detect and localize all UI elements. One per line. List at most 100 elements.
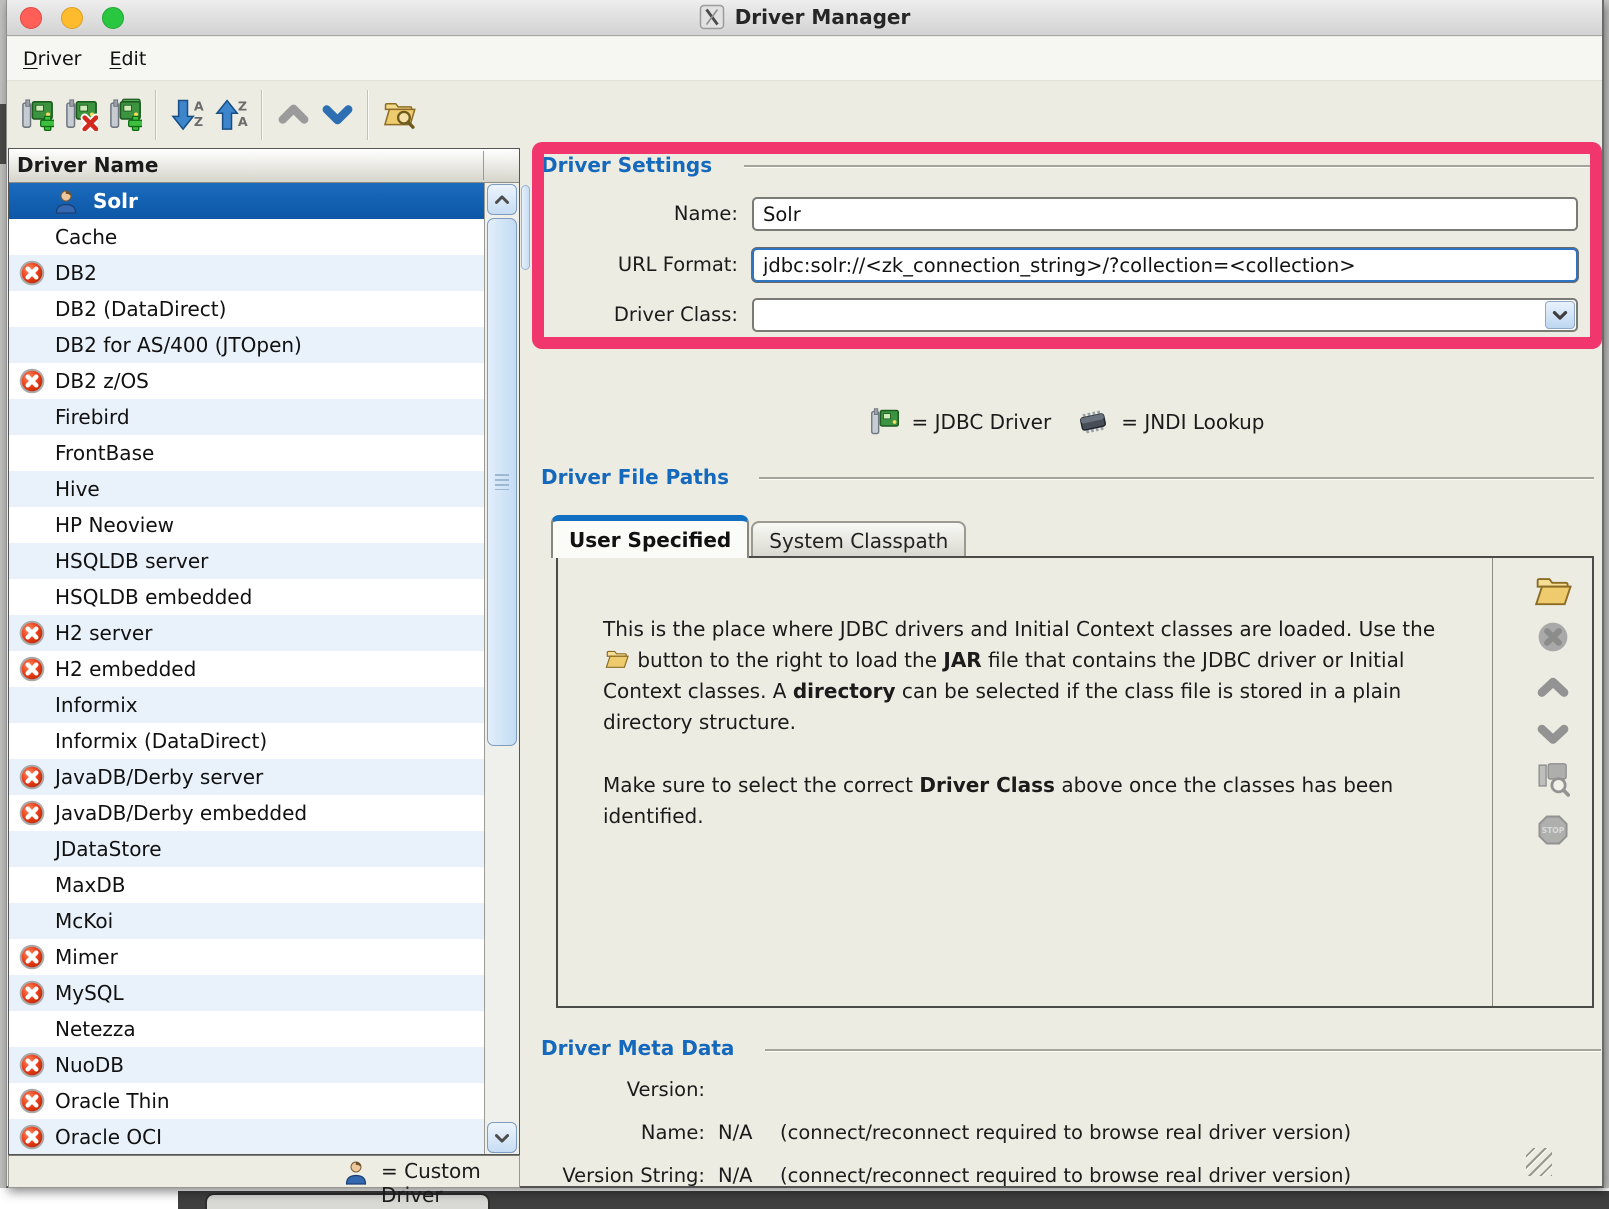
remove-driver-button[interactable] [59,93,103,137]
driver-class-combobox[interactable] [752,298,1578,332]
driver-row-mimer[interactable]: Mimer [9,939,484,975]
driver-manager-window: Driver Manager DriverEdit AZZA Driver Na… [6,0,1604,1188]
menu-driver[interactable]: Driver [11,40,93,78]
driver-row-label: DB2 z/OS [55,363,149,399]
url-format-input[interactable] [752,248,1578,282]
driver-row-javadb-derby-embedded[interactable]: JavaDB/Derby embedded [9,795,484,831]
error-icon [19,764,45,790]
open-file-button[interactable] [1514,572,1592,610]
menubar: DriverEdit [7,37,1602,81]
driver-row-firebird[interactable]: Firebird [9,399,484,435]
driver-row-frontbase[interactable]: FrontBase [9,435,484,471]
file-paths-tabs: User Specified System Classpath [551,514,966,558]
driver-class-dropdown-button[interactable] [1545,301,1575,329]
error-icon [19,980,45,1006]
folder-open-icon [605,647,629,671]
driver-row-label: HSQLDB server [55,543,208,579]
error-icon [19,944,45,970]
driver-row-hsqldb-server[interactable]: HSQLDB server [9,543,484,579]
driver-row-label: Solr [93,183,138,219]
driver-add-icon [21,98,54,131]
version-string-note: (connect/reconnect required to browse re… [780,1164,1351,1187]
driver-row-label: JavaDB/Derby server [55,759,263,795]
chevron-down-disabled-icon [1537,718,1569,750]
move-path-up-button [1514,671,1592,703]
driver-row-hive[interactable]: Hive [9,471,484,507]
move-driver-up-button[interactable] [271,93,315,137]
driver-name-input[interactable] [752,197,1578,231]
sort-ascending-button[interactable]: AZ [165,93,209,137]
version-string-value: N/A [718,1164,753,1187]
scrollbar-thumb[interactable] [487,218,517,746]
driver-row-mckoi[interactable]: McKoi [9,903,484,939]
driver-row-mysql[interactable]: MySQL [9,975,484,1011]
new-driver-button[interactable] [15,93,59,137]
circle-x-gray-icon [1536,620,1570,654]
driver-name-column-header: Driver Name [17,153,158,177]
driver-row-hp-neoview[interactable]: HP Neoview [9,507,484,543]
tab-user-specified[interactable]: User Specified [551,515,749,558]
driver-row-label: MaxDB [55,867,125,903]
resize-grip[interactable] [1526,1148,1552,1176]
error-icon [19,800,45,826]
driver-row-db2-datadirect-[interactable]: DB2 (DataDirect) [9,291,484,327]
sort-descending-button[interactable]: ZA [209,93,253,137]
driver-meta-data-divider [765,1049,1601,1052]
error-icon [19,656,45,682]
custom-driver-icon [53,188,79,214]
window-x-icon [699,4,725,30]
driver-row-javadb-derby-server[interactable]: JavaDB/Derby server [9,759,484,795]
driver-row-nuodb[interactable]: NuoDB [9,1047,484,1083]
sort-ascending-icon: AZ [171,98,204,131]
meta-name-label: Name: [527,1121,705,1144]
remove-path-button [1514,620,1592,654]
driver-row-informix-datadirect-[interactable]: Informix (DataDirect) [9,723,484,759]
driver-remove-icon [65,98,98,131]
scroll-up-button[interactable] [487,184,517,215]
driver-row-jdatastore[interactable]: JDataStore [9,831,484,867]
driver-list-scrollbar[interactable] [484,183,519,1154]
custom-driver-legend: = Custom Driver [8,1155,520,1188]
driver-row-hsqldb-embedded[interactable]: HSQLDB embedded [9,579,484,615]
driver-row-label: NuoDB [55,1047,124,1083]
driver-row-label: DB2 for AS/400 (JTOpen) [55,327,302,363]
driver-list-header[interactable]: Driver Name [9,149,519,183]
error-icon [19,368,45,394]
driver-row-label: DB2 (DataDirect) [55,291,226,327]
scroll-down-button[interactable] [487,1122,517,1153]
copy-driver-button[interactable] [103,93,147,137]
move-path-down-button [1514,718,1592,750]
icon-legend: = JDBC Driver = JNDI Lookup [547,404,1587,440]
driver-row-informix[interactable]: Informix [9,687,484,723]
toolbar-separator [367,90,369,140]
driver-row-cache[interactable]: Cache [9,219,484,255]
splitter[interactable] [520,148,532,1186]
driver-row-h2-server[interactable]: H2 server [9,615,484,651]
driver-meta-data-title: Driver Meta Data [541,1036,734,1060]
tab-system-classpath[interactable]: System Classpath [751,521,966,558]
chevron-up-icon [493,191,511,209]
name-label: Name: [541,197,738,231]
url-format-field-wrap [752,248,1578,282]
svg-text:A: A [237,114,247,129]
driver-row-label: JavaDB/Derby embedded [55,795,307,831]
driver-row-db2-for-as-400-jtopen-[interactable]: DB2 for AS/400 (JTOpen) [9,327,484,363]
chevron-up-disabled-icon [1537,671,1569,703]
driver-row-label: Mimer [55,939,118,975]
driver-row-db2-z-os[interactable]: DB2 z/OS [9,363,484,399]
driver-row-h2-embedded[interactable]: H2 embedded [9,651,484,687]
move-driver-down-button[interactable] [315,93,359,137]
driver-row-solr[interactable]: Solr [9,183,484,219]
find-driver-class-button [1514,761,1592,797]
chevron-down-icon [1551,306,1569,324]
find-driver-button[interactable] [377,93,421,137]
driver-row-netezza[interactable]: Netezza [9,1011,484,1047]
driver-row-db2[interactable]: DB2 [9,255,484,291]
driver-row-maxdb[interactable]: MaxDB [9,867,484,903]
driver-row-oracle-thin[interactable]: Oracle Thin [9,1083,484,1119]
url-format-label: URL Format: [541,248,738,282]
menu-edit[interactable]: Edit [97,40,158,78]
driver-row-label: McKoi [55,903,113,939]
chevron-down-blue-icon [321,98,354,131]
driver-row-oracle-oci[interactable]: Oracle OCI [9,1119,484,1154]
